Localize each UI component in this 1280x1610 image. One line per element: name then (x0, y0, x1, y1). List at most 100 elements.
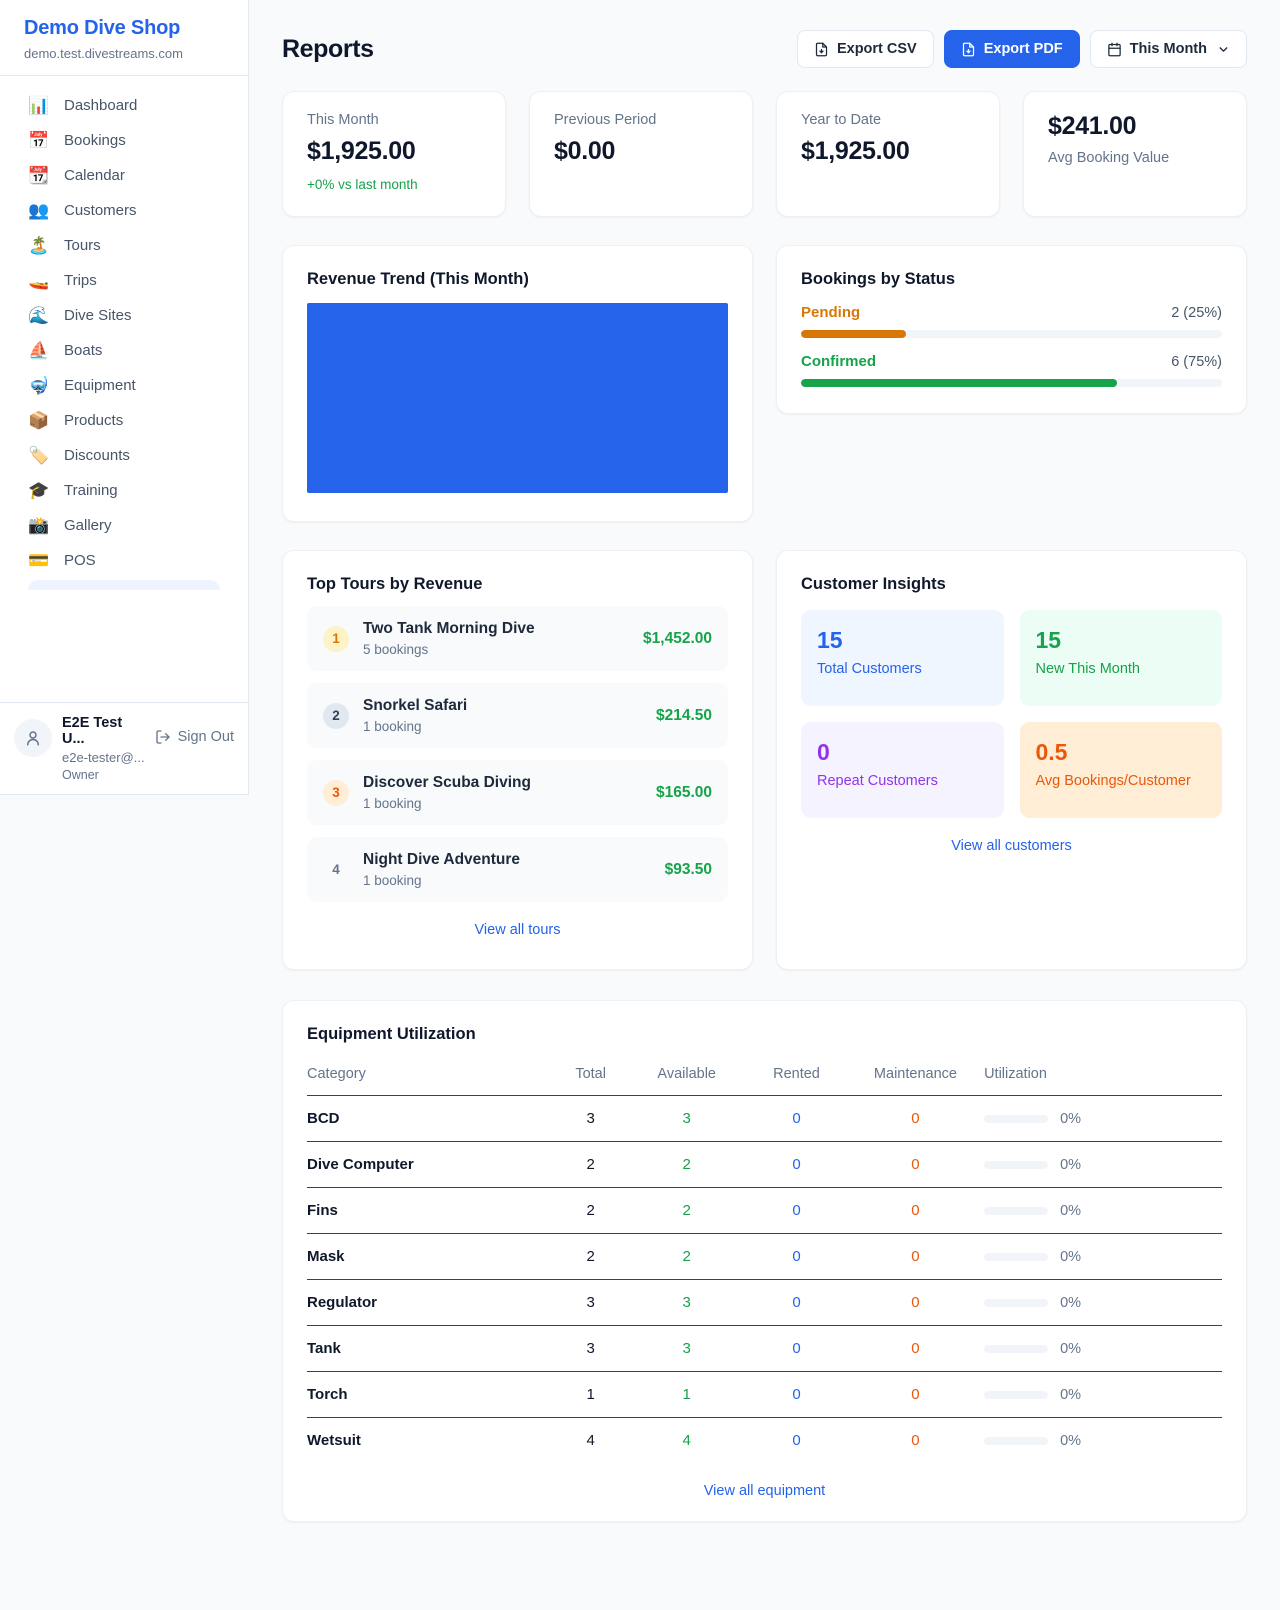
export-pdf-button[interactable]: Export PDF (944, 30, 1080, 68)
sidebar-item-calendar[interactable]: 📆 Calendar (16, 158, 232, 193)
equipment-utilization-card: Equipment Utilization Category Total Ava… (282, 1000, 1247, 1522)
calendar-icon (1107, 42, 1122, 57)
tour-list-item[interactable]: 3 Discover Scuba Diving 1 booking $165.0… (307, 760, 728, 825)
cell-utilization: 0% (984, 1280, 1222, 1326)
stat-value: $1,925.00 (307, 137, 481, 166)
sidebar-item-label: Boats (64, 342, 102, 359)
sidebar-item-dashboard[interactable]: 📊 Dashboard (16, 88, 232, 123)
insights-row: Top Tours by Revenue 1 Two Tank Morning … (282, 550, 1247, 970)
export-csv-button[interactable]: Export CSV (797, 30, 934, 68)
status-progress-fill (801, 379, 1117, 387)
sidebar-item-pos[interactable]: 💳 POS (16, 543, 232, 578)
cell-maintenance: 0 (847, 1234, 984, 1280)
tag-icon: 🏷️ (28, 447, 50, 464)
header-actions: Export CSV Export PDF This Month (797, 30, 1247, 68)
utilization-bar (984, 1253, 1048, 1261)
log-out-icon (155, 729, 171, 745)
utilization-bar (984, 1115, 1048, 1123)
insights-grid: 15 Total Customers 15 New This Month 0 R… (801, 610, 1222, 818)
view-all-customers-link[interactable]: View all customers (801, 838, 1222, 854)
equipment-table: Category Total Available Rented Maintena… (307, 1056, 1222, 1463)
sidebar-item-label: Training (64, 482, 118, 499)
status-progress-track (801, 379, 1222, 387)
column-header-utilization: Utilization (984, 1056, 1222, 1096)
cell-maintenance: 0 (847, 1418, 984, 1464)
stat-card-this-month: This Month $1,925.00 +0% vs last month (282, 91, 506, 217)
utilization-percent: 0% (1060, 1295, 1081, 1311)
cell-category: Torch (307, 1372, 554, 1418)
sidebar-item-dive-sites[interactable]: 🌊 Dive Sites (16, 298, 232, 333)
bookings-by-status-title: Bookings by Status (801, 270, 1222, 289)
sidebar-item-gallery[interactable]: 📸 Gallery (16, 508, 232, 543)
user-email: e2e-tester@... (62, 750, 145, 765)
avatar (14, 719, 52, 757)
tour-name: Two Tank Morning Dive (363, 620, 535, 638)
stat-delta: +0% vs last month (307, 177, 481, 192)
utilization-percent: 0% (1060, 1157, 1081, 1173)
tour-name: Snorkel Safari (363, 697, 467, 715)
sidebar-item-reports-partial[interactable] (28, 580, 220, 590)
sailboat-icon: ⛵ (28, 342, 50, 359)
sidebar-item-discounts[interactable]: 🏷️ Discounts (16, 438, 232, 473)
stat-card-year-to-date: Year to Date $1,925.00 (776, 91, 1000, 217)
top-tours-card: Top Tours by Revenue 1 Two Tank Morning … (282, 550, 753, 970)
insight-label: New This Month (1036, 661, 1207, 677)
sidebar: Demo Dive Shop demo.test.divestreams.com… (0, 0, 249, 795)
table-row: Dive Computer 2 2 0 0 0% (307, 1142, 1222, 1188)
cell-available: 1 (627, 1372, 746, 1418)
tour-list-item[interactable]: 2 Snorkel Safari 1 booking $214.50 (307, 683, 728, 748)
column-header-rented: Rented (746, 1056, 847, 1096)
period-dropdown[interactable]: This Month (1090, 30, 1247, 68)
sidebar-item-boats[interactable]: ⛵ Boats (16, 333, 232, 368)
export-csv-label: Export CSV (837, 41, 917, 57)
status-row-confirmed: Confirmed 6 (75%) (801, 353, 1222, 387)
rank-badge: 3 (323, 780, 349, 806)
tour-list-item[interactable]: 4 Night Dive Adventure 1 booking $93.50 (307, 837, 728, 902)
sidebar-item-label: Bookings (64, 132, 126, 149)
table-row: Tank 3 3 0 0 0% (307, 1326, 1222, 1372)
view-all-tours-link[interactable]: View all tours (307, 922, 728, 938)
cell-maintenance: 0 (847, 1096, 984, 1142)
cell-total: 4 (554, 1418, 627, 1464)
cell-maintenance: 0 (847, 1280, 984, 1326)
sidebar-item-trips[interactable]: 🚤 Trips (16, 263, 232, 298)
page-header: Reports Export CSV Export PDF This Month (282, 30, 1247, 68)
sidebar-item-training[interactable]: 🎓 Training (16, 473, 232, 508)
sidebar-item-bookings[interactable]: 📅 Bookings (16, 123, 232, 158)
cell-utilization: 0% (984, 1096, 1222, 1142)
cell-rented: 0 (746, 1234, 847, 1280)
sign-out-button[interactable]: Sign Out (155, 729, 234, 745)
user-meta: E2E Test U... e2e-tester@... Owner (62, 715, 145, 782)
page-title: Reports (282, 35, 374, 64)
stat-value: $241.00 (1048, 112, 1222, 141)
utilization-percent: 0% (1060, 1433, 1081, 1449)
shop-name: Demo Dive Shop (24, 17, 224, 40)
column-header-maintenance: Maintenance (847, 1056, 984, 1096)
tour-bookings: 1 booking (363, 796, 531, 811)
column-header-available: Available (627, 1056, 746, 1096)
insight-value: 15 (817, 627, 988, 654)
view-all-equipment-link[interactable]: View all equipment (307, 1483, 1222, 1499)
rank-badge: 2 (323, 703, 349, 729)
utilization-bar (984, 1161, 1048, 1169)
utilization-percent: 0% (1060, 1341, 1081, 1357)
cell-category: Tank (307, 1326, 554, 1372)
top-tours-title: Top Tours by Revenue (307, 575, 728, 594)
sidebar-item-customers[interactable]: 👥 Customers (16, 193, 232, 228)
sidebar-item-label: POS (64, 552, 96, 569)
stat-label: Avg Booking Value (1048, 150, 1222, 166)
sidebar-item-tours[interactable]: 🏝️ Tours (16, 228, 232, 263)
island-icon: 🏝️ (28, 237, 50, 254)
column-header-category: Category (307, 1056, 554, 1096)
cell-rented: 0 (746, 1418, 847, 1464)
tour-revenue: $1,452.00 (643, 630, 712, 648)
sidebar-item-products[interactable]: 📦 Products (16, 403, 232, 438)
tour-bookings: 1 booking (363, 873, 520, 888)
tour-list-item[interactable]: 1 Two Tank Morning Dive 5 bookings $1,45… (307, 606, 728, 671)
tour-bookings: 5 bookings (363, 642, 535, 657)
sidebar-item-label: Products (64, 412, 123, 429)
sidebar-item-equipment[interactable]: 🤿 Equipment (16, 368, 232, 403)
credit-card-icon: 💳 (28, 552, 50, 569)
equipment-utilization-title: Equipment Utilization (307, 1025, 1222, 1044)
sidebar-item-label: Discounts (64, 447, 130, 464)
